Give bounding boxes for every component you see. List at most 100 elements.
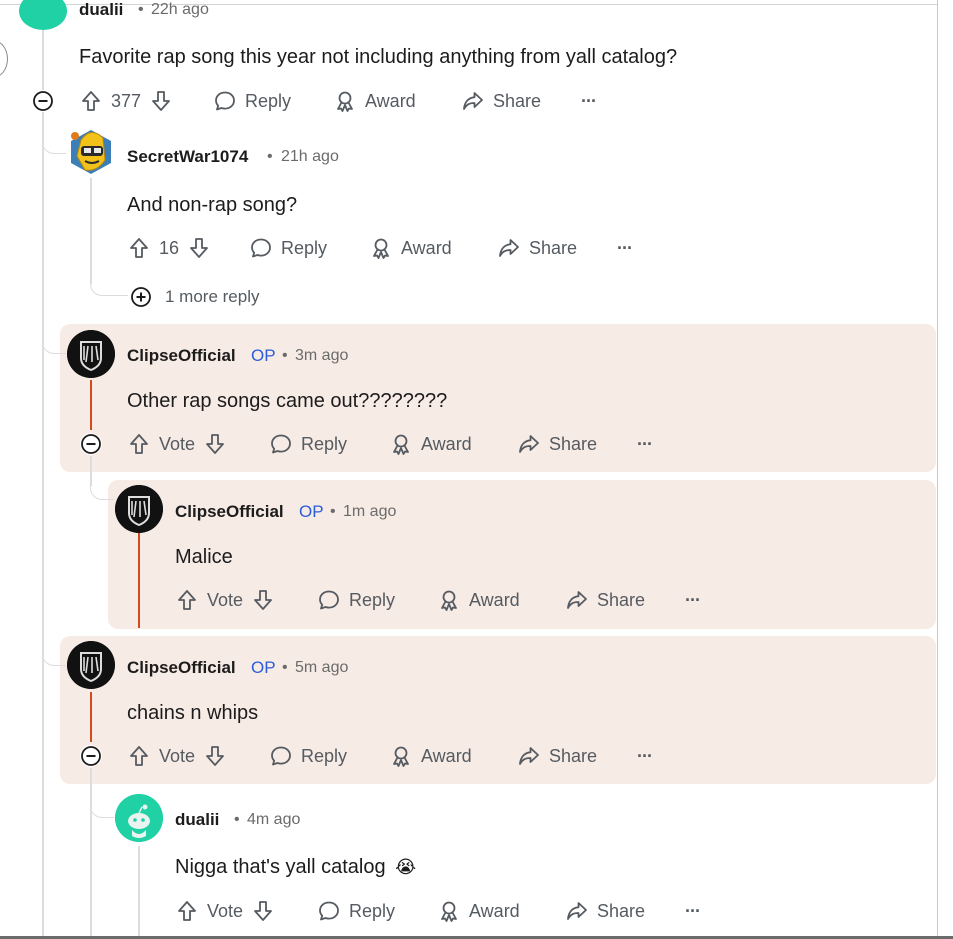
comment-text: Nigga that's yall catalog bbox=[175, 856, 386, 878]
reply-label: Reply bbox=[245, 90, 292, 111]
thread-curve-c6 bbox=[90, 784, 114, 818]
downvote-icon[interactable] bbox=[149, 89, 173, 113]
comment-time[interactable]: 4m ago bbox=[247, 811, 300, 829]
award-label: Award bbox=[421, 433, 472, 454]
comment-time[interactable]: 3m ago bbox=[295, 347, 348, 365]
comment-body: Malice bbox=[175, 546, 233, 568]
comment-author[interactable]: dualii bbox=[79, 0, 123, 20]
comment-dot: • bbox=[330, 503, 336, 520]
reply-button[interactable]: Reply bbox=[317, 894, 395, 928]
comment-body: Nigga that's yall catalog 😭 bbox=[175, 856, 416, 879]
collapse-thread-button[interactable] bbox=[32, 90, 54, 112]
share-button[interactable]: Share bbox=[497, 231, 577, 265]
avatar[interactable] bbox=[67, 330, 115, 378]
clipse-logo-image bbox=[67, 641, 115, 689]
award-button[interactable]: Award bbox=[369, 231, 452, 265]
award-label: Award bbox=[469, 900, 520, 921]
more-options-icon: ··· bbox=[685, 900, 701, 921]
award-icon bbox=[441, 901, 457, 922]
reply-button[interactable]: Reply bbox=[269, 739, 347, 773]
reply-bubble-icon bbox=[319, 901, 339, 921]
more-options-button[interactable]: ··· bbox=[637, 427, 653, 461]
reply-button[interactable]: Reply bbox=[213, 84, 291, 118]
reply-button[interactable]: Reply bbox=[269, 427, 347, 461]
comment-author[interactable]: ClipseOfficial bbox=[175, 502, 284, 522]
reply-button[interactable]: Reply bbox=[249, 231, 327, 265]
avatar[interactable] bbox=[67, 641, 115, 689]
upvote-icon[interactable] bbox=[175, 899, 199, 923]
vote-group: Vote bbox=[127, 739, 227, 773]
award-button[interactable]: Award bbox=[437, 894, 520, 928]
upvote-icon[interactable] bbox=[79, 89, 103, 113]
vote-group: Vote bbox=[175, 894, 275, 928]
op-badge: OP bbox=[251, 346, 276, 365]
award-icon bbox=[393, 746, 409, 767]
op-badge: OP bbox=[251, 658, 276, 677]
more-replies-label: 1 more reply bbox=[165, 287, 260, 306]
share-label: Share bbox=[549, 745, 598, 766]
avatar[interactable] bbox=[115, 794, 163, 842]
share-button[interactable]: Share bbox=[461, 84, 541, 118]
share-button[interactable]: Share bbox=[517, 427, 597, 461]
comment-dot: • bbox=[282, 347, 288, 364]
downvote-icon[interactable] bbox=[203, 432, 227, 456]
more-options-button[interactable]: ··· bbox=[581, 84, 597, 118]
comment-time[interactable]: 1m ago bbox=[343, 503, 396, 521]
reply-bubble-icon bbox=[319, 590, 339, 610]
more-options-icon: ··· bbox=[581, 90, 597, 111]
award-button[interactable]: Award bbox=[333, 84, 416, 118]
upvote-icon[interactable] bbox=[175, 588, 199, 612]
award-button[interactable]: Award bbox=[389, 427, 472, 461]
share-button[interactable]: Share bbox=[517, 739, 597, 773]
comment-author[interactable]: ClipseOfficial bbox=[127, 346, 236, 366]
comment-time[interactable]: 22h ago bbox=[151, 1, 209, 19]
share-label: Share bbox=[549, 433, 598, 454]
downvote-icon[interactable] bbox=[251, 588, 275, 612]
vote-label: Vote bbox=[207, 589, 244, 610]
award-button[interactable]: Award bbox=[437, 583, 520, 617]
comment-time[interactable]: 5m ago bbox=[295, 659, 348, 677]
collapse-thread-button[interactable] bbox=[80, 433, 102, 455]
thread-curve-more bbox=[90, 272, 128, 296]
avatar[interactable] bbox=[19, 0, 67, 30]
left-edge-control[interactable] bbox=[0, 40, 8, 78]
window-right-border bbox=[937, 0, 953, 939]
comment-author[interactable]: dualii bbox=[175, 810, 219, 830]
collapse-thread-button[interactable] bbox=[80, 745, 102, 767]
more-options-button[interactable]: ··· bbox=[637, 739, 653, 773]
share-button[interactable]: Share bbox=[565, 583, 645, 617]
comment-dot: • bbox=[234, 811, 240, 828]
award-button[interactable]: Award bbox=[389, 739, 472, 773]
more-options-button[interactable]: ··· bbox=[617, 231, 633, 265]
comment-author[interactable]: ClipseOfficial bbox=[127, 658, 236, 678]
reply-label: Reply bbox=[281, 237, 328, 258]
thread-line-c3 bbox=[90, 380, 92, 430]
downvote-icon[interactable] bbox=[187, 236, 211, 260]
upvote-icon[interactable] bbox=[127, 236, 151, 260]
vote-group: 377 bbox=[79, 84, 173, 118]
share-button[interactable]: Share bbox=[565, 894, 645, 928]
reply-button[interactable]: Reply bbox=[317, 583, 395, 617]
more-options-button[interactable]: ··· bbox=[685, 894, 701, 928]
comment-time[interactable]: 21h ago bbox=[281, 148, 339, 166]
avatar[interactable] bbox=[67, 126, 115, 178]
thread-line-c6 bbox=[138, 846, 140, 936]
upvote-icon[interactable] bbox=[127, 744, 151, 768]
more-options-icon: ··· bbox=[637, 745, 653, 766]
vote-group: Vote bbox=[175, 583, 275, 617]
more-options-button[interactable]: ··· bbox=[685, 583, 701, 617]
share-icon bbox=[499, 239, 519, 257]
comment-body: Favorite rap song this year not includin… bbox=[79, 46, 678, 68]
reply-bubble-icon bbox=[251, 238, 271, 258]
thread-curve-c2 bbox=[42, 130, 66, 154]
downvote-icon[interactable] bbox=[251, 899, 275, 923]
downvote-icon[interactable] bbox=[203, 744, 227, 768]
share-icon bbox=[567, 902, 587, 920]
collapse-icon bbox=[81, 746, 101, 766]
more-options-icon: ··· bbox=[637, 433, 653, 454]
avatar[interactable] bbox=[115, 485, 163, 533]
upvote-icon[interactable] bbox=[127, 432, 151, 456]
more-replies-link[interactable]: 1 more reply bbox=[129, 285, 259, 309]
reply-bubble-icon bbox=[271, 746, 291, 766]
comment-author[interactable]: SecretWar1074 bbox=[127, 147, 248, 167]
